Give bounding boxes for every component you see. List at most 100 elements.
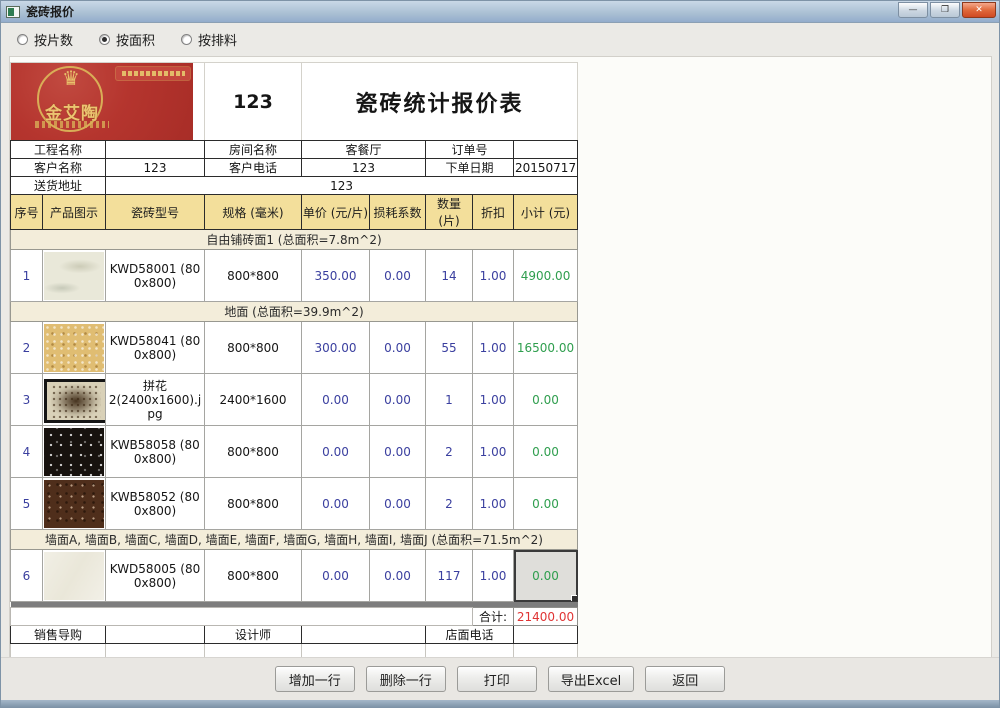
product-image-cell[interactable] — [43, 426, 106, 478]
loss-factor[interactable]: 0.00 — [370, 250, 426, 302]
subtotal[interactable]: 0.00 — [514, 374, 578, 426]
print-button[interactable]: 打印 — [457, 666, 537, 692]
order-date-label: 下单日期 — [426, 159, 514, 177]
row-index[interactable]: 2 — [11, 322, 43, 374]
unit-price[interactable]: 350.00 — [302, 250, 370, 302]
restore-button[interactable]: ❐ — [930, 2, 960, 18]
delete-row-button[interactable]: 删除一行 — [366, 666, 446, 692]
row-index[interactable]: 3 — [11, 374, 43, 426]
product-image-cell[interactable] — [43, 250, 106, 302]
row-index[interactable]: 4 — [11, 426, 43, 478]
discount[interactable]: 1.00 — [473, 478, 514, 530]
order-no-value[interactable] — [514, 141, 578, 159]
back-button[interactable]: 返回 — [645, 666, 725, 692]
customer-name-label: 客户名称 — [11, 159, 106, 177]
total-spacer — [11, 608, 473, 626]
sales-guide-value[interactable] — [106, 626, 205, 644]
tile-spec[interactable]: 800*800 — [205, 250, 302, 302]
section-row-free-surface: 自由铺砖面1 (总面积=7.8m^2) — [11, 230, 578, 250]
radio-label: 按片数 — [34, 30, 73, 49]
quantity[interactable]: 2 — [426, 478, 473, 530]
pale-cream-tile — [44, 552, 104, 600]
table-row: 4 KWB58058 (800x800) 800*800 0.00 0.00 2… — [11, 426, 578, 478]
tile-spec[interactable]: 800*800 — [205, 322, 302, 374]
export-excel-button[interactable]: 导出Excel — [548, 666, 634, 692]
report-order-number[interactable]: 123 — [205, 63, 302, 141]
radio-by-layout[interactable]: 按排料 — [181, 30, 237, 49]
radio-by-area[interactable]: 按面积 — [99, 30, 155, 49]
table-row: 6 KWD58005 (800x800) 800*800 0.00 0.00 1… — [11, 550, 578, 602]
discount[interactable]: 1.00 — [473, 374, 514, 426]
delivery-address-value[interactable]: 123 — [106, 177, 578, 195]
customer-phone-value[interactable]: 123 — [302, 159, 426, 177]
tile-spec[interactable]: 800*800 — [205, 426, 302, 478]
product-image-cell[interactable] — [43, 374, 106, 426]
tile-model[interactable]: KWD58041 (800x800) — [106, 322, 205, 374]
column-header-row: 序号 产品图示 瓷砖型号 规格 (毫米) 单价 (元/片) 损耗系数 数量 (片… — [11, 195, 578, 230]
radio-by-piece[interactable]: 按片数 — [17, 30, 73, 49]
unit-price[interactable]: 0.00 — [302, 550, 370, 602]
row-index[interactable]: 5 — [11, 478, 43, 530]
col-header-discount: 折扣 — [473, 195, 514, 230]
brand-logo: ♛ 金艾陶 — [11, 63, 193, 140]
quantity[interactable]: 55 — [426, 322, 473, 374]
unit-price[interactable]: 0.00 — [302, 426, 370, 478]
black-speckled-tile — [44, 428, 104, 476]
store-phone-value[interactable] — [514, 626, 578, 644]
quantity[interactable]: 14 — [426, 250, 473, 302]
subtotal[interactable]: 0.00 — [514, 426, 578, 478]
product-image-cell[interactable] — [43, 478, 106, 530]
loss-factor[interactable]: 0.00 — [370, 426, 426, 478]
radio-label: 按面积 — [116, 30, 155, 49]
subtotal[interactable]: 16500.00 — [514, 322, 578, 374]
unit-price[interactable]: 0.00 — [302, 478, 370, 530]
tile-spec[interactable]: 800*800 — [205, 478, 302, 530]
total-value[interactable]: 21400.00 — [514, 608, 578, 626]
quotation-grid: ♛ 金艾陶 123 瓷砖统计报价表 工程名称 房间名称 客餐厅 订 — [10, 62, 578, 660]
subtotal[interactable]: 0.00 — [514, 478, 578, 530]
order-date-value[interactable]: 20150717 — [514, 159, 578, 177]
tile-model[interactable]: 拼花 2(2400x1600).jpg — [106, 374, 205, 426]
quantity[interactable]: 1 — [426, 374, 473, 426]
framed-medallion-tile — [44, 379, 106, 423]
logo-tagline-decoration — [35, 121, 109, 128]
tile-spec[interactable]: 800*800 — [205, 550, 302, 602]
discount[interactable]: 1.00 — [473, 250, 514, 302]
project-name-value[interactable] — [106, 141, 205, 159]
row-index[interactable]: 6 — [11, 550, 43, 602]
product-image-cell[interactable] — [43, 550, 106, 602]
tile-model[interactable]: KWD58001 (800x800) — [106, 250, 205, 302]
info-row: 送货地址 123 — [11, 177, 578, 195]
app-icon — [6, 6, 20, 18]
room-name-value[interactable]: 客餐厅 — [302, 141, 426, 159]
loss-factor[interactable]: 0.00 — [370, 478, 426, 530]
tile-model[interactable]: KWB58052 (800x800) — [106, 478, 205, 530]
tile-spec[interactable]: 2400*1600 — [205, 374, 302, 426]
unit-price[interactable]: 0.00 — [302, 374, 370, 426]
brown-speckled-tile — [44, 480, 104, 528]
tile-model[interactable]: KWB58058 (800x800) — [106, 426, 205, 478]
quantity[interactable]: 117 — [426, 550, 473, 602]
footer-row: 销售导购 设计师 店面电话 — [11, 626, 578, 644]
customer-name-value[interactable]: 123 — [106, 159, 205, 177]
quantity[interactable]: 2 — [426, 426, 473, 478]
add-row-button[interactable]: 增加一行 — [275, 666, 355, 692]
minimize-button[interactable]: — — [898, 2, 928, 18]
titlebar[interactable]: 瓷砖报价 — ❐ ✕ — [1, 1, 999, 23]
subtotal[interactable]: 4900.00 — [514, 250, 578, 302]
subtotal-selected-cell[interactable]: 0.00 — [514, 550, 578, 602]
designer-value[interactable] — [302, 626, 426, 644]
row-index[interactable]: 1 — [11, 250, 43, 302]
product-image-cell[interactable] — [43, 322, 106, 374]
tile-model[interactable]: KWD58005 (800x800) — [106, 550, 205, 602]
loss-factor[interactable]: 0.00 — [370, 322, 426, 374]
loss-factor[interactable]: 0.00 — [370, 374, 426, 426]
unit-price[interactable]: 300.00 — [302, 322, 370, 374]
discount[interactable]: 1.00 — [473, 322, 514, 374]
discount[interactable]: 1.00 — [473, 550, 514, 602]
close-button[interactable]: ✕ — [962, 2, 996, 18]
discount[interactable]: 1.00 — [473, 426, 514, 478]
action-button-bar: 增加一行 删除一行 打印 导出Excel 返回 — [1, 657, 999, 700]
loss-factor[interactable]: 0.00 — [370, 550, 426, 602]
logo-cell: ♛ 金艾陶 — [11, 63, 205, 141]
